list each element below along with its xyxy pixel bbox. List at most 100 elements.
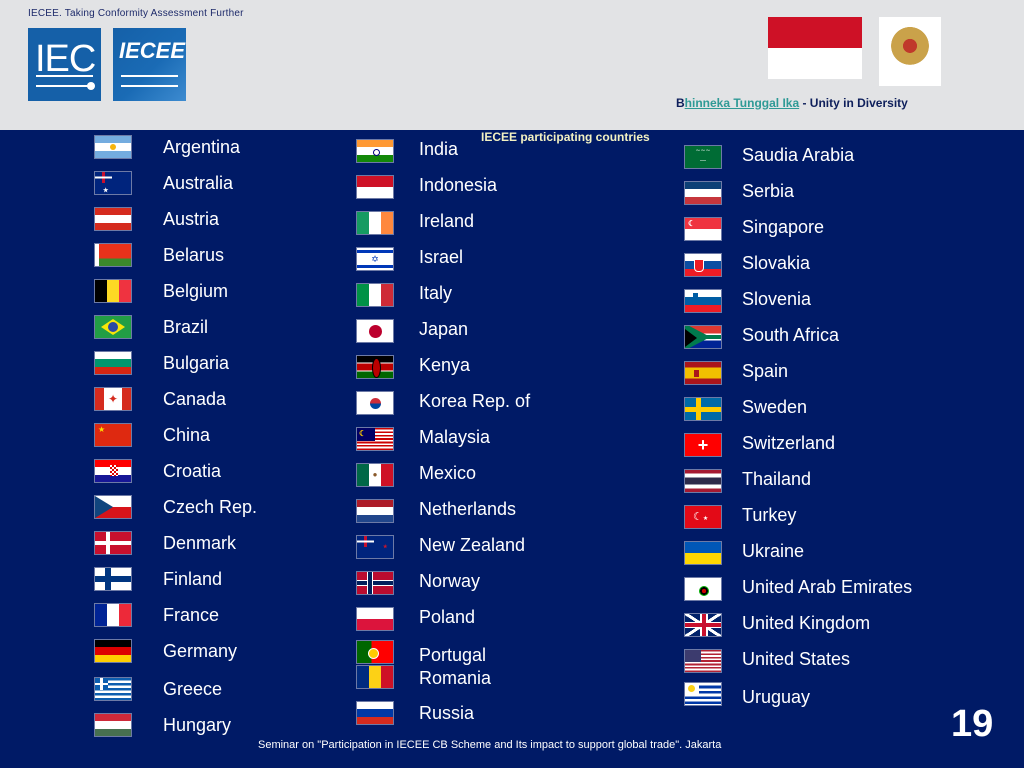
flag-usa-icon [684,649,722,673]
country-name: Italy [419,283,453,303]
flag-canada-icon: ✦ [94,387,132,411]
flag-serbia-icon [684,181,722,205]
footer-text: Seminar on "Participation in IECEE CB Sc… [258,739,722,751]
flag-italy-icon [356,283,394,307]
country-name: Argentina [163,137,241,157]
country-name: Saudia Arabia [742,145,855,165]
flag-bulgaria-icon [94,351,132,375]
country-name: United States [742,649,851,669]
flag-argentina-icon [94,135,132,159]
country-name: Portugal [419,645,487,665]
country-name: Kenya [419,355,471,375]
country-name: United Arab Emirates [742,577,913,597]
country-name: Poland [419,607,476,627]
country-name: Korea Rep. of [419,391,531,411]
flag-ireland-icon [356,211,394,235]
country-name: Ukraine [742,541,805,561]
flag-uae-icon [684,577,722,601]
country-name: China [163,425,211,445]
flag-slovakia-icon [684,253,722,277]
flag-poland-icon [356,607,394,631]
country-name: France [163,605,220,625]
flag-ukraine-icon [684,541,722,565]
iecee-logo-text: IECEE [119,38,186,63]
flag-slovenia-icon [684,289,722,313]
country-name: Uruguay [742,687,811,707]
flag-hungary-icon [94,713,132,737]
country-name: Thailand [742,469,812,489]
flag-japan-icon [356,319,394,343]
page-number: 19 [951,703,994,745]
country-name: Slovenia [742,289,812,309]
country-name: Austria [163,209,220,229]
flag-belarus-icon [94,243,132,267]
country-name: Belarus [163,245,225,265]
indonesia-flag-large [768,17,862,79]
flag-uk-icon [684,613,722,637]
country-name: Bulgaria [163,353,230,373]
country-name: Finland [163,569,223,589]
country-name: Mexico [419,463,477,483]
country-name: South Africa [742,325,840,345]
slide-header: IECEE. Taking Conformity Assessment Furt… [0,0,1024,130]
flag-southafrica-icon [684,325,722,349]
flag-germany-icon [94,639,132,663]
garuda-emblem-icon [879,17,941,86]
country-name: Australia [163,173,234,193]
flag-croatia-icon [94,459,132,483]
country-name: Canada [163,389,227,409]
flag-sweden-icon [684,397,722,421]
flag-india-icon [356,139,394,163]
flag-denmark-icon [94,531,132,555]
flag-portugal-icon [356,640,394,664]
country-name: Singapore [742,217,825,237]
flag-romania-icon [356,665,394,689]
motto: Bhinneka Tunggal Ika - Unity in Diversit… [676,96,908,110]
flag-russia-icon [356,701,394,725]
flag-israel-icon: ✡ [356,247,394,271]
country-name: Turkey [742,505,797,525]
country-name: Slovakia [742,253,811,273]
flag-brazil-icon [94,315,132,339]
flag-malaysia-icon: ☾ [356,427,394,451]
flag-belgium-icon [94,279,132,303]
country-name: New Zealand [419,535,526,555]
country-name: Sweden [742,397,808,417]
country-name: Malaysia [419,427,491,447]
country-name: Romania [419,668,492,688]
country-name: Denmark [163,533,237,553]
motto-prefix: B [676,96,685,110]
flag-france-icon [94,603,132,627]
country-name: Norway [419,571,481,591]
flag-thailand-icon [684,469,722,493]
country-name: Switzerland [742,433,836,453]
flag-spain-icon [684,361,722,385]
flag-czech-icon [94,495,132,519]
flag-china-icon: ★ [94,423,132,447]
country-name: Greece [163,679,223,699]
flag-switzerland-icon: + [684,433,722,457]
country-name: Indonesia [419,175,498,195]
iec-logo: IEC [28,28,101,101]
country-name: Belgium [163,281,229,301]
country-name: Serbia [742,181,795,201]
flag-australia-icon: ★ [94,171,132,195]
flag-korea-icon [356,391,394,415]
tagline: IECEE. Taking Conformity Assessment Furt… [28,8,244,19]
flag-kenya-icon [356,355,394,379]
country-name: India [419,139,459,159]
country-name: Netherlands [419,499,517,519]
flag-uruguay-icon [684,682,722,706]
motto-link[interactable]: hinneka Tunggal Ika [685,96,799,110]
country-name: Russia [419,703,475,723]
flag-norway-icon [356,571,394,595]
country-name: Ireland [419,211,475,231]
country-name: Brazil [163,317,209,337]
flag-finland-icon [94,567,132,591]
motto-suffix: - Unity in Diversity [799,96,908,110]
flag-mexico-icon: ● [356,463,394,487]
flag-turkey-icon: ☾★ [684,505,722,529]
iecee-logo: IECEE [113,28,186,101]
country-name: Croatia [163,461,222,481]
country-name: Spain [742,361,789,381]
